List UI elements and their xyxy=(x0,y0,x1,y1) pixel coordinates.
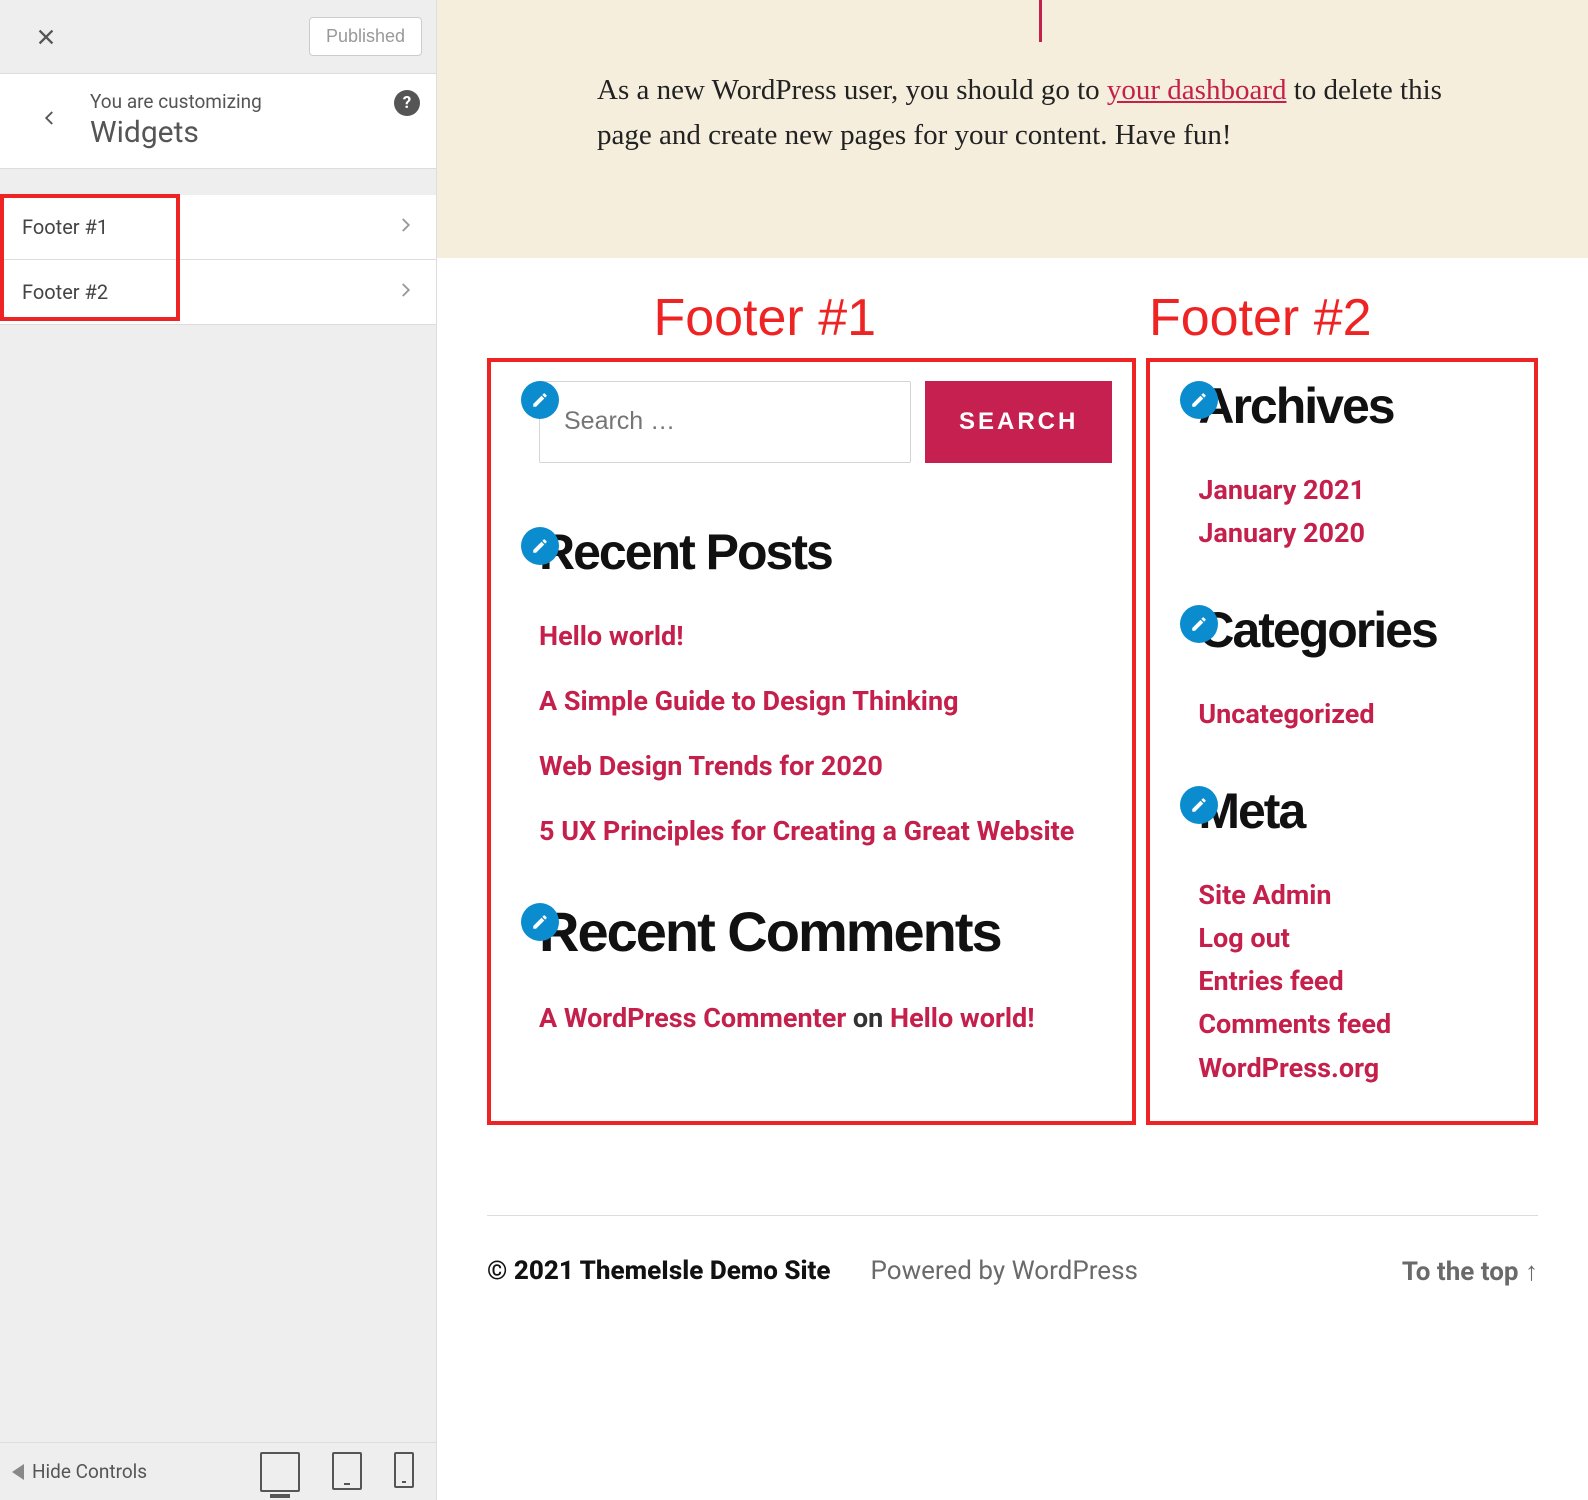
hide-controls-button[interactable]: Hide Controls xyxy=(12,1460,242,1483)
footer-copyright: © 2021 ThemeIsle Demo Site xyxy=(487,1256,831,1286)
widget-title: Recent Posts xyxy=(539,523,1112,581)
archive-link[interactable]: January 2021 xyxy=(1198,474,1365,506)
close-button[interactable] xyxy=(14,5,78,69)
text-cursor xyxy=(1039,0,1042,42)
device-mobile-button[interactable] xyxy=(394,1452,414,1488)
edit-widget-button[interactable] xyxy=(521,903,559,941)
recent-comments-widget: Recent Comments A WordPress Commenter on… xyxy=(539,899,1112,1034)
panel-topbar: Published xyxy=(0,0,436,74)
pencil-icon xyxy=(531,913,549,931)
post-link[interactable]: A Simple Guide to Design Thinking xyxy=(539,685,959,717)
chevron-right-icon xyxy=(396,280,414,304)
list-item: 5 UX Principles for Creating a Great Web… xyxy=(539,814,1112,849)
archives-list: January 2021 January 2020 xyxy=(1198,473,1514,551)
recent-posts-widget: Recent Posts Hello world! A Simple Guide… xyxy=(539,523,1112,849)
customizer-panel: Published You are customizing Widgets ? … xyxy=(0,0,437,1500)
meta-link[interactable]: WordPress.org xyxy=(1198,1052,1379,1084)
meta-link[interactable]: Entries feed xyxy=(1198,965,1343,997)
annotation-row: Footer #1 Footer #2 xyxy=(437,258,1588,358)
publish-status-button[interactable]: Published xyxy=(309,17,422,56)
meta-link[interactable]: Site Admin xyxy=(1198,879,1331,911)
widget-title: Categories xyxy=(1198,601,1514,659)
meta-link[interactable]: Comments feed xyxy=(1198,1008,1391,1040)
to-top-link[interactable]: To the top ↑ xyxy=(1402,1256,1538,1287)
list-item: A Simple Guide to Design Thinking xyxy=(539,684,1112,719)
device-tablet-button[interactable] xyxy=(332,1452,362,1490)
widget-title: Meta xyxy=(1198,782,1514,840)
edit-widget-button[interactable] xyxy=(521,527,559,565)
preview-pane: As a new WordPress user, you should go t… xyxy=(437,0,1588,1500)
panel-subtitle: You are customizing xyxy=(90,90,262,113)
meta-list: Site Admin Log out Entries feed Comments… xyxy=(1198,878,1514,1085)
to-top-label: To the top ↑ xyxy=(1402,1257,1538,1287)
close-icon xyxy=(35,26,57,48)
pencil-icon xyxy=(1190,391,1208,409)
panel-title: Widgets xyxy=(90,115,262,150)
footer-widgets-row: SEARCH Recent Posts Hello world! A Simpl… xyxy=(437,358,1588,1155)
list-item: Site Admin xyxy=(1198,878,1514,913)
help-button[interactable]: ? xyxy=(394,90,420,116)
dashboard-link[interactable]: your dashboard xyxy=(1107,74,1287,106)
list-item: Uncategorized xyxy=(1198,697,1514,732)
widget-title: Recent Comments xyxy=(539,899,1112,964)
nav-item-footer-1[interactable]: Footer #1 xyxy=(0,195,436,260)
search-widget: SEARCH xyxy=(539,381,1112,463)
annotation-footer-1: Footer #1 xyxy=(653,288,876,348)
chevron-left-icon xyxy=(41,109,59,127)
commenter-link[interactable]: A WordPress Commenter xyxy=(539,1002,846,1034)
nav-item-label: Footer #1 xyxy=(22,215,108,239)
nav-item-footer-2[interactable]: Footer #2 xyxy=(0,260,436,325)
pencil-icon xyxy=(531,391,549,409)
comment-on-text: on xyxy=(846,1002,890,1034)
comment-post-link[interactable]: Hello world! xyxy=(890,1002,1035,1034)
content-text-before: As a new WordPress user, you should go t… xyxy=(597,74,1107,106)
search-input[interactable] xyxy=(539,381,911,463)
footer-column-1: SEARCH Recent Posts Hello world! A Simpl… xyxy=(487,358,1136,1125)
post-link[interactable]: Hello world! xyxy=(539,620,684,652)
category-link[interactable]: Uncategorized xyxy=(1198,698,1374,730)
pencil-icon xyxy=(1190,796,1208,814)
widget-area-list: Footer #1 Footer #2 xyxy=(0,195,436,325)
panel-header: You are customizing Widgets ? xyxy=(0,74,436,169)
archive-link[interactable]: January 2020 xyxy=(1198,517,1365,549)
device-desktop-button[interactable] xyxy=(260,1452,300,1492)
meta-widget: Meta Site Admin Log out Entries feed Com… xyxy=(1198,782,1514,1085)
hide-controls-label: Hide Controls xyxy=(32,1460,147,1483)
comment-item: A WordPress Commenter on Hello world! xyxy=(539,1002,1112,1034)
annotation-footer-2: Footer #2 xyxy=(1149,288,1372,348)
footer-powered-by: Powered by WordPress xyxy=(871,1256,1138,1286)
list-item: Web Design Trends for 2020 xyxy=(539,749,1112,784)
site-footer: © 2021 ThemeIsle Demo Site Powered by Wo… xyxy=(487,1215,1538,1327)
meta-link[interactable]: Log out xyxy=(1198,922,1289,954)
panel-spacer xyxy=(0,169,436,195)
categories-list: Uncategorized xyxy=(1198,697,1514,732)
collapse-triangle-icon xyxy=(12,1464,24,1480)
recent-posts-list: Hello world! A Simple Guide to Design Th… xyxy=(539,619,1112,849)
chevron-right-icon xyxy=(396,215,414,239)
list-item: Log out xyxy=(1198,921,1514,956)
list-item: January 2020 xyxy=(1198,516,1514,551)
widget-title: Archives xyxy=(1198,377,1514,435)
list-item: Comments feed xyxy=(1198,1007,1514,1042)
panel-footer-bar: Hide Controls xyxy=(0,1442,436,1500)
post-link[interactable]: 5 UX Principles for Creating a Great Web… xyxy=(539,815,1074,847)
content-paragraph: As a new WordPress user, you should go t… xyxy=(597,0,1488,158)
archives-widget: Archives January 2021 January 2020 xyxy=(1198,377,1514,551)
list-item: Entries feed xyxy=(1198,964,1514,999)
list-item: Hello world! xyxy=(539,619,1112,654)
post-link[interactable]: Web Design Trends for 2020 xyxy=(539,750,883,782)
pencil-icon xyxy=(531,537,549,555)
page-content: As a new WordPress user, you should go t… xyxy=(437,0,1588,258)
back-button[interactable] xyxy=(22,90,78,146)
pencil-icon xyxy=(1190,615,1208,633)
list-item: WordPress.org xyxy=(1198,1051,1514,1086)
edit-widget-button[interactable] xyxy=(521,381,559,419)
edit-widget-button[interactable] xyxy=(1180,381,1218,419)
nav-item-label: Footer #2 xyxy=(22,280,108,304)
categories-widget: Categories Uncategorized xyxy=(1198,601,1514,732)
search-button[interactable]: SEARCH xyxy=(925,381,1112,463)
list-item: January 2021 xyxy=(1198,473,1514,508)
device-preview-group xyxy=(260,1452,414,1492)
footer-column-2: Archives January 2021 January 2020 Categ… xyxy=(1146,358,1538,1125)
